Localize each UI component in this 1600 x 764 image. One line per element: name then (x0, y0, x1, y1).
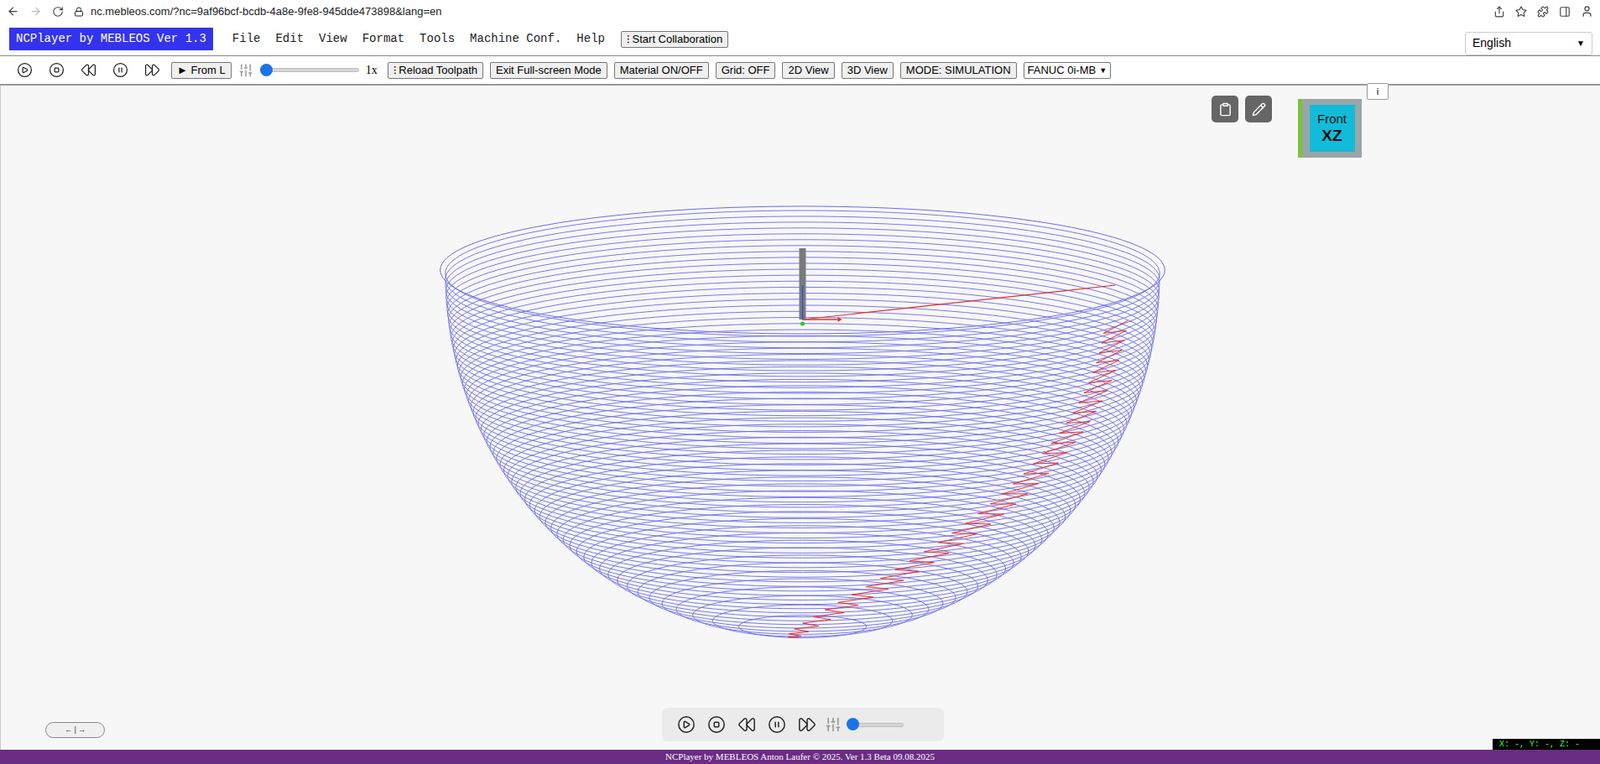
url-text: nc.mebleos.com/?nc=9af96bcf-bcdb-4a8e-9f… (90, 3, 442, 21)
menu-item[interactable]: Machine Conf. (462, 30, 569, 48)
view-cube-face: Front (1317, 111, 1347, 127)
stop-button[interactable] (703, 713, 730, 737)
profile-icon[interactable] (1580, 5, 1594, 18)
toolbar-button[interactable]: Material ON/OFF (614, 62, 709, 79)
play-button[interactable] (11, 58, 37, 83)
sliders-icon[interactable] (238, 62, 254, 79)
coordinates: X: -, Y: -, Z: - (1492, 739, 1600, 751)
sliders-icon[interactable] (824, 716, 842, 734)
toolpath-drawing[interactable] (0, 85, 1600, 751)
view-cube[interactable]: FrontXZ (1297, 99, 1362, 158)
fast-forward-icon (144, 62, 161, 79)
stop-icon (707, 715, 726, 735)
rewind-button[interactable] (734, 713, 760, 737)
share-icon[interactable] (1493, 5, 1506, 18)
pause-icon (767, 715, 787, 735)
back-icon[interactable] (6, 5, 20, 18)
extensions-icon[interactable] (1537, 5, 1549, 18)
fast-forward-button[interactable] (794, 713, 820, 737)
speed-slider[interactable] (260, 63, 360, 78)
play-button[interactable] (673, 713, 699, 737)
menu-item[interactable]: Tools (411, 30, 463, 48)
machine-select[interactable]: FANUC 0i-MB▼ (1023, 62, 1112, 79)
toolbar-button[interactable]: ⁝ Reload Toolpath (387, 62, 484, 79)
rewind-icon (80, 62, 97, 79)
toolbar-button[interactable]: 3D View (841, 62, 894, 79)
pencil-icon (1251, 102, 1267, 117)
app-title: NCPlayer by MEBLEOS Ver 1.3 (9, 27, 214, 51)
language-select[interactable]: English▼ (1464, 31, 1593, 56)
measure-button[interactable] (1245, 95, 1272, 123)
pause-button[interactable] (107, 58, 133, 83)
from-line-button[interactable]: ► From L (171, 62, 232, 79)
app-window: nc.mebleos.com/?nc=9af96bcf-bcdb-4a8e-9f… (0, 0, 1600, 764)
start-collaboration-button[interactable]: ⁝ Start Collaboration (620, 31, 729, 48)
stop-button[interactable] (43, 58, 69, 83)
play-icon (677, 715, 696, 735)
rewind-button[interactable] (75, 58, 101, 83)
forward-icon[interactable] (29, 5, 42, 18)
menu-item[interactable]: Edit (267, 30, 312, 48)
nav-pill[interactable]: ← | → (45, 722, 105, 739)
fast-forward-button[interactable] (139, 58, 165, 83)
side-panel-icon[interactable] (1558, 5, 1571, 18)
toolbar-button[interactable]: 2D View (781, 62, 834, 79)
toolbar-button[interactable]: Exit Full-screen Mode (489, 62, 608, 79)
star-icon[interactable] (1515, 5, 1528, 18)
stop-icon (48, 62, 65, 79)
view-cube-plane: XZ (1321, 126, 1342, 146)
browser-bar: nc.mebleos.com/?nc=9af96bcf-bcdb-4a8e-9f… (0, 0, 1600, 23)
viewport[interactable]: FrontXZi← | →X: -, Y: -, Z: - (0, 85, 1600, 751)
reload-icon[interactable] (52, 5, 64, 18)
menu-item[interactable]: File (224, 30, 269, 48)
menu-item[interactable]: Format (354, 30, 412, 48)
pause-button[interactable] (764, 713, 790, 737)
rewind-icon (737, 715, 756, 735)
toolbar-button[interactable]: MODE: SIMULATION (900, 62, 1017, 79)
playback-controls (661, 708, 944, 742)
lock-icon (73, 6, 84, 17)
pause-icon (112, 62, 129, 79)
menu-bar: NCPlayer by MEBLEOS Ver 1.3 FileEditViewF… (0, 22, 1600, 57)
playback-slider[interactable] (846, 718, 904, 732)
chevron-icon: ▼ (1099, 62, 1107, 79)
menu: FileEditViewFormatToolsMachine Conf.Help (224, 30, 613, 48)
play-icon (16, 62, 33, 79)
chevron-icon: ▼ (1576, 36, 1585, 50)
clipboard-icon (1218, 102, 1233, 117)
fast-forward-icon (797, 715, 817, 735)
menu-item[interactable]: Help (568, 30, 613, 48)
speed-label: 1x (365, 61, 378, 79)
toolbar: ► From L 1x ⁝ Reload Toolpath Exit Full-scr… (0, 56, 1600, 86)
clipboard-button[interactable] (1211, 95, 1239, 123)
info-button[interactable]: i (1366, 83, 1389, 100)
menu-item[interactable]: View (311, 30, 355, 48)
footer: NCPlayer by MEBLEOS Anton Laufer © 2025.… (0, 750, 1600, 764)
toolbar-button[interactable]: Grid: OFF (715, 62, 777, 79)
address-bar[interactable]: nc.mebleos.com/?nc=9af96bcf-bcdb-4a8e-9f… (73, 3, 1484, 21)
